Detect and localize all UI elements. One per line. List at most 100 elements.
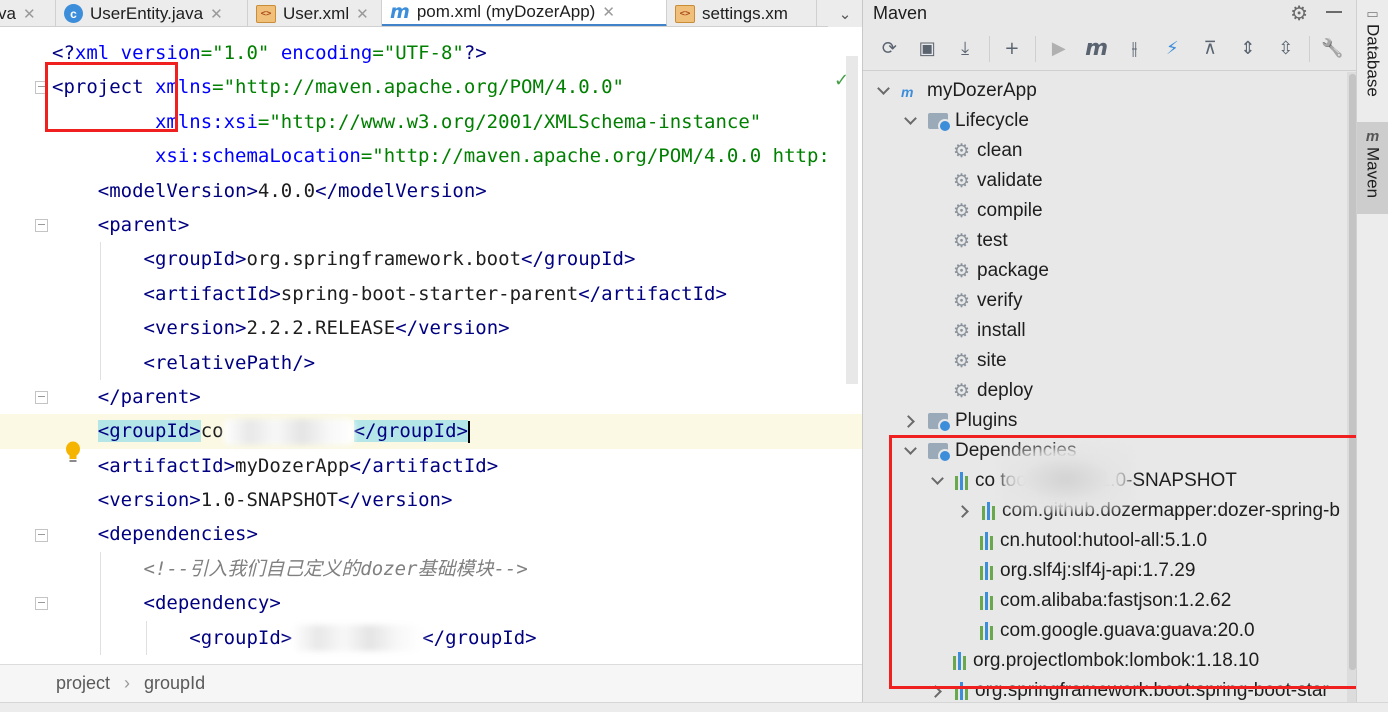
- editor-gutter: [0, 28, 49, 668]
- code-line[interactable]: <relativePath/>: [52, 345, 862, 380]
- close-icon[interactable]: ✕: [356, 5, 369, 23]
- maven-tree-label: install: [977, 320, 1026, 341]
- maven-tree-node[interactable]: ⚙ site: [931, 346, 1007, 376]
- code-line[interactable]: <parent>: [52, 208, 862, 242]
- code-line[interactable]: <version>2.2.2.RELEASE</version>: [52, 311, 862, 346]
- maven-tree-node[interactable]: ⚙ install: [931, 316, 1026, 346]
- maven-tree-node[interactable]: ⚙ clean: [931, 136, 1022, 166]
- toggle-offline-icon[interactable]: ⫲: [1120, 34, 1149, 64]
- collapse-all-icon[interactable]: ⇳: [1271, 34, 1300, 64]
- xml-file-icon: <>: [256, 4, 276, 23]
- right-tool-strip: ▭ Database m Maven: [1356, 0, 1388, 712]
- maven-tree-label: package: [977, 260, 1049, 281]
- indent-guide: [99, 345, 101, 380]
- reload-icon[interactable]: ⟳: [875, 34, 904, 64]
- code-line[interactable]: <groupId>org.springframework.boot</group…: [52, 242, 862, 277]
- maven-tree-label: site: [977, 350, 1007, 371]
- maven-tree-node[interactable]: Plugins: [902, 406, 1018, 436]
- run-icon[interactable]: ▶: [1044, 34, 1073, 64]
- tab-4[interactable]: <> settings.xm: [667, 0, 817, 26]
- tab-3[interactable]: m pom.xml (myDozerApp) ✕: [382, 0, 667, 26]
- collapsed-chevron-icon[interactable]: [902, 414, 915, 428]
- download-icon[interactable]: ⤓: [951, 34, 980, 64]
- code-line[interactable]: <modelVersion>4.0.0</modelVersion>: [52, 174, 862, 208]
- folder-icon: [928, 113, 952, 133]
- code-line[interactable]: <version>1.0-SNAPSHOT</version>: [52, 483, 862, 517]
- intention-lightbulb-icon[interactable]: [63, 440, 83, 466]
- maven-tool-window: Maven ⚙ ⟳ ▣ ⤓ + ▶ m ⫲ ⚡ ⊼ ⇕ ⇳ 🔧 m myDozerApp Lifecycl…: [862, 0, 1363, 712]
- settings-wrench-icon[interactable]: 🔧: [1318, 34, 1347, 64]
- breadcrumb-item-groupid[interactable]: groupId: [144, 673, 205, 694]
- code-line[interactable]: </parent>: [52, 380, 862, 414]
- tab-2[interactable]: <> User.xml ✕: [248, 0, 382, 26]
- maven-tree-node[interactable]: ⚙ verify: [931, 286, 1022, 316]
- code-line[interactable]: xsi:schemaLocation="http://maven.apache.…: [52, 139, 862, 173]
- maven-tree-label: clean: [977, 140, 1023, 161]
- skip-tests-icon[interactable]: ⚡: [1158, 34, 1187, 64]
- maven-file-icon: m: [390, 1, 410, 23]
- code-line[interactable]: <dependency>: [52, 586, 862, 621]
- annotation-red-box-dependencies: [889, 435, 1363, 689]
- side-tab-database[interactable]: ▭ Database: [1357, 2, 1388, 110]
- folder-icon: [928, 413, 952, 433]
- database-icon: ▭: [1366, 6, 1379, 21]
- maven-tree-label: myDozerApp: [927, 80, 1037, 101]
- expanded-chevron-icon[interactable]: [904, 112, 917, 125]
- maven-tree-node[interactable]: ⚙ deploy: [931, 376, 1033, 406]
- tab-0[interactable]: va ✕: [0, 0, 56, 26]
- code-line[interactable]: <groupId> </groupId>: [52, 620, 862, 656]
- lifecycle-gear-icon: ⚙: [953, 350, 971, 372]
- annotation-red-box-project: [45, 62, 178, 132]
- editor-tab-bar: va ✕ c UserEntity.java ✕ <> User.xml ✕ m pom.xml …: [0, 0, 862, 27]
- fold-marker-icon[interactable]: [35, 391, 48, 404]
- indent-guide: [99, 551, 101, 587]
- breadcrumb-item-project[interactable]: project: [56, 673, 110, 694]
- close-icon[interactable]: ✕: [23, 5, 36, 23]
- xml-file-icon: <>: [675, 4, 695, 23]
- tab-label: User.xml: [283, 3, 350, 23]
- status-bar: [0, 702, 1388, 712]
- indent-guide: [145, 620, 147, 656]
- close-icon[interactable]: ✕: [210, 5, 223, 23]
- fold-marker-icon[interactable]: [35, 597, 48, 611]
- expanded-chevron-icon[interactable]: [877, 82, 890, 95]
- maven-tree-node[interactable]: ⚙ package: [931, 256, 1049, 286]
- add-icon[interactable]: +: [998, 34, 1027, 64]
- indent-guide: [99, 620, 101, 656]
- editor-vertical-scrollbar[interactable]: [846, 56, 858, 384]
- maven-tree-label: Plugins: [955, 410, 1018, 431]
- maven-tree-node[interactable]: ⚙ compile: [931, 196, 1043, 226]
- side-tab-maven[interactable]: m Maven: [1357, 122, 1388, 214]
- code-line[interactable]: <artifactId>spring-boot-starter-parent</…: [52, 276, 862, 312]
- minimize-icon[interactable]: [1326, 11, 1342, 13]
- fold-marker-icon[interactable]: [35, 219, 48, 232]
- toolbar-separator: [1035, 35, 1037, 62]
- code-editor[interactable]: <?xml version="1.0" encoding="UTF-8"?> <p…: [0, 28, 862, 668]
- code-line[interactable]: <artifactId>myDozerApp</artifactId>: [52, 449, 862, 483]
- close-icon[interactable]: ✕: [602, 3, 615, 21]
- gear-icon[interactable]: ⚙: [1290, 1, 1308, 26]
- tab-label: UserEntity.java: [90, 3, 204, 23]
- tab-overflow-chevron-icon[interactable]: ⌄: [828, 0, 862, 27]
- expand-all-icon[interactable]: ⇕: [1234, 34, 1263, 64]
- breadcrumb-separator: ›: [124, 673, 131, 693]
- tab-label: va: [0, 3, 16, 23]
- maven-tree-node[interactable]: ⚙ validate: [931, 166, 1043, 196]
- maven-goal-icon[interactable]: m: [1082, 34, 1111, 64]
- maven-tree-node[interactable]: m myDozerApp: [877, 76, 1037, 106]
- fold-marker-icon[interactable]: [35, 528, 48, 542]
- maven-project-icon: m: [901, 84, 914, 100]
- maven-icon: m: [1365, 128, 1380, 145]
- lifecycle-gear-icon: ⚙: [953, 200, 971, 222]
- maven-tree-node[interactable]: ⚙ test: [931, 226, 1008, 256]
- code-line[interactable]: <dependencies>: [52, 517, 862, 551]
- current-code-line[interactable]: <groupId>co </groupId>: [0, 414, 862, 449]
- maven-tree-node[interactable]: Lifecycle: [904, 106, 1029, 136]
- maven-header: Maven ⚙: [863, 0, 1356, 27]
- code-line[interactable]: <!--引入我们自己定义的dozer基础模块-->: [52, 551, 862, 587]
- maven-panel-title: Maven: [873, 3, 928, 23]
- tab-1[interactable]: c UserEntity.java ✕: [56, 0, 248, 26]
- show-dependencies-icon[interactable]: ⊼: [1196, 34, 1225, 64]
- generate-sources-icon[interactable]: ▣: [913, 34, 942, 64]
- indent-guide: [99, 586, 101, 621]
